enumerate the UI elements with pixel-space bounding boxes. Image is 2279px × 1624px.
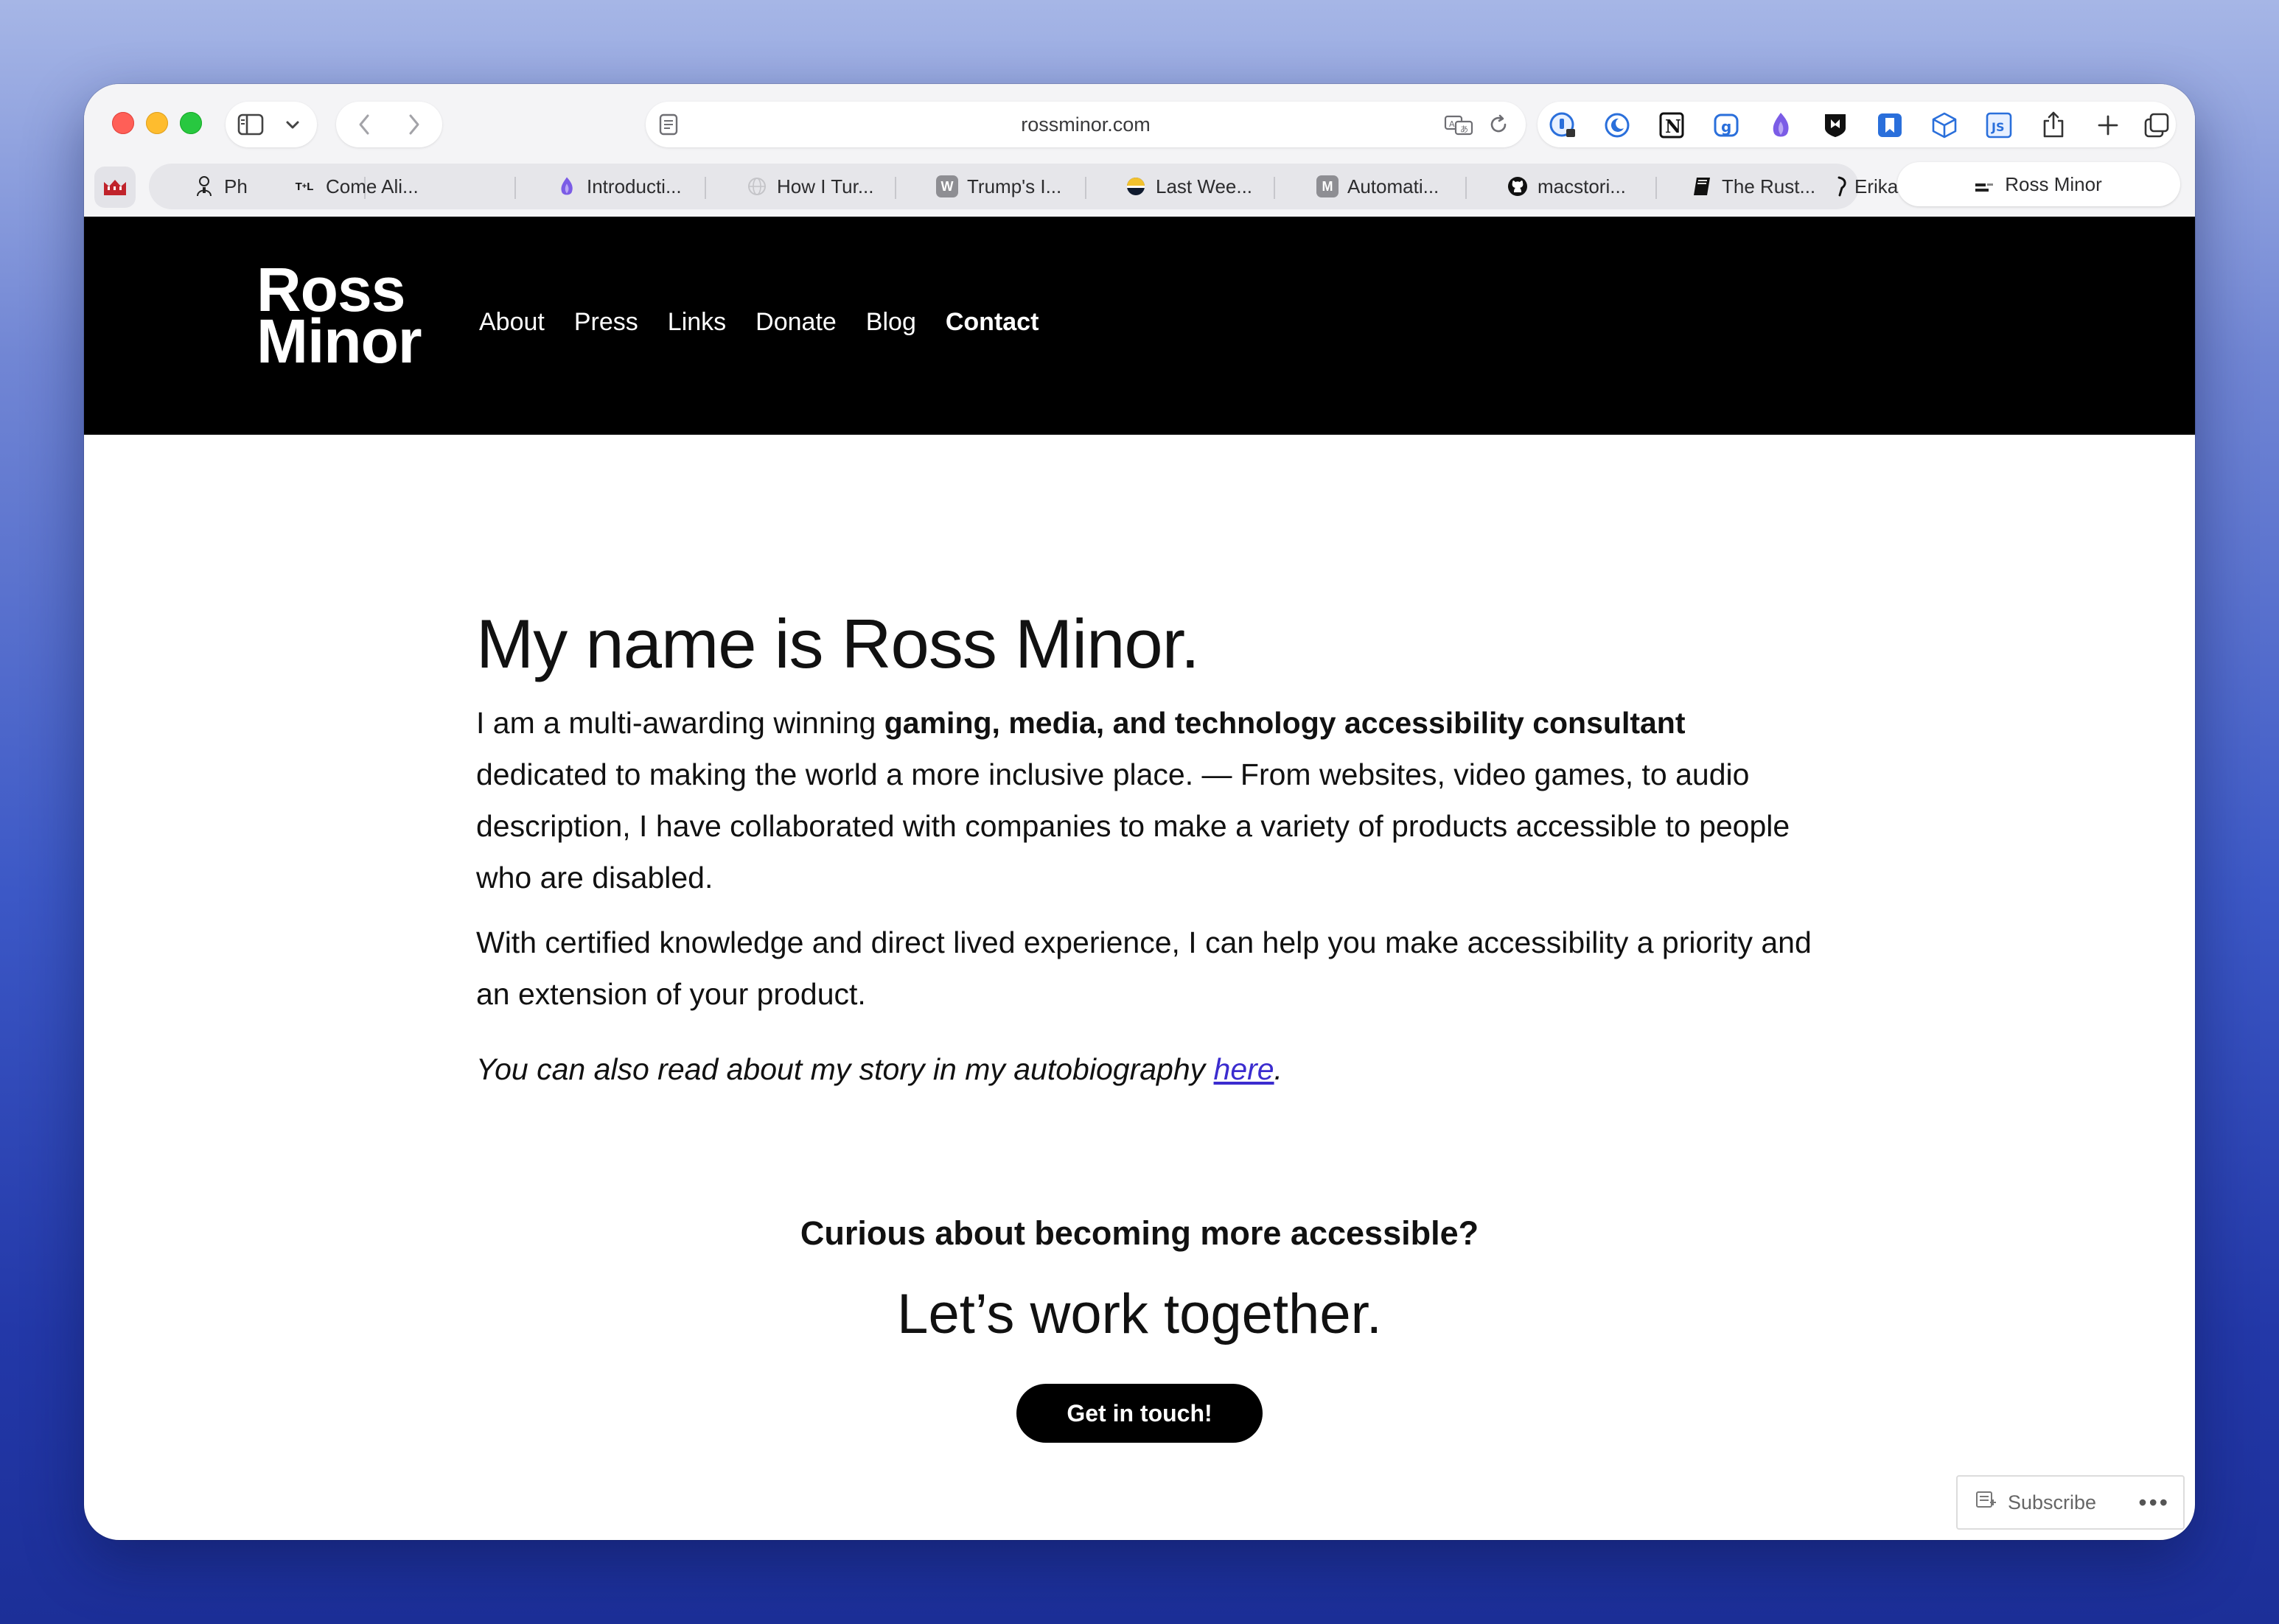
cube-icon[interactable] — [1930, 111, 1959, 140]
svg-text:JS: JS — [1991, 120, 2004, 134]
text: dedicated to making the world a more inc… — [476, 757, 1790, 895]
main-nav: About Press Links Donate Blog Contact — [479, 308, 1039, 337]
chevron-down-icon[interactable] — [282, 114, 304, 136]
ross-minor-favicon — [1975, 178, 1994, 192]
book-icon — [1691, 175, 1713, 197]
subscribe-button[interactable]: Subscribe — [2008, 1491, 2096, 1514]
nav-about[interactable]: About — [479, 308, 545, 337]
cta-question: Curious about becoming more accessible? — [800, 1214, 1479, 1252]
m-favicon: M — [1316, 175, 1339, 197]
new-tab-plus-icon[interactable] — [2093, 111, 2123, 140]
intro-paragraph: I am a multi-awarding winning gaming, me… — [476, 697, 1818, 903]
tab[interactable]: Introducti... — [556, 164, 703, 209]
tab-separator — [1274, 177, 1275, 199]
password-manager-icon[interactable] — [1548, 111, 1577, 140]
tab-separator — [1465, 177, 1467, 199]
site-logo[interactable]: Ross Minor — [256, 259, 422, 376]
browser-toolbar: rossminor.com Aあ N g JS — [84, 84, 2195, 159]
bookmark-extension-icon[interactable] — [1875, 111, 1905, 140]
w-favicon: W — [936, 175, 958, 197]
half-circle-favicon — [1125, 175, 1147, 197]
tab-overview-icon[interactable] — [2142, 111, 2171, 140]
main-content: My name is Ross Minor. I am a multi-awar… — [476, 600, 1818, 1095]
crown-icon — [104, 180, 126, 195]
tab[interactable]: W Trump's I... — [936, 164, 1083, 209]
minimize-window-button[interactable] — [146, 112, 168, 134]
svg-text:g: g — [1721, 118, 1731, 136]
nav-links[interactable]: Links — [668, 308, 726, 337]
tab-separator — [705, 177, 706, 199]
emphasis-text: gaming, media, and technology accessibil… — [884, 706, 1686, 740]
browser-window: rossminor.com Aあ N g JS Ph T + L Come Al… — [84, 84, 2195, 1540]
text: I am a multi-awarding winning — [476, 706, 884, 740]
night-mode-icon[interactable] — [1602, 111, 1632, 140]
nav-blog[interactable]: Blog — [866, 308, 916, 337]
translate-icon[interactable]: Aあ — [1443, 112, 1474, 137]
shield-extension-icon[interactable] — [1821, 111, 1850, 140]
sidebar-icon[interactable] — [236, 111, 265, 138]
text: . — [1274, 1052, 1282, 1086]
sidebar-toggle-group — [226, 102, 317, 147]
reader-icon — [1975, 1491, 1997, 1515]
tab[interactable]: M Automati... — [1316, 164, 1464, 209]
reload-icon[interactable] — [1486, 112, 1511, 137]
autobiography-note: You can also read about my story in my a… — [476, 1043, 1818, 1095]
zoom-window-button[interactable] — [180, 112, 202, 134]
nav-press[interactable]: Press — [574, 308, 638, 337]
autobiography-link[interactable]: here — [1214, 1052, 1274, 1086]
feather-icon — [1835, 175, 1849, 197]
github-icon — [1507, 175, 1529, 197]
tab-separator — [1085, 177, 1086, 199]
grammar-extension-icon[interactable]: g — [1711, 111, 1741, 140]
more-options-icon[interactable]: ••• — [2138, 1489, 2170, 1516]
back-arrow-icon[interactable] — [351, 111, 377, 138]
tl-favicon: T + L — [295, 180, 314, 193]
purple-flame-icon[interactable] — [1766, 111, 1795, 140]
tab[interactable]: Last Wee... — [1125, 164, 1272, 209]
nav-contact[interactable]: Contact — [946, 308, 1039, 337]
svg-text:A: A — [1449, 119, 1455, 129]
experience-paragraph: With certified knowledge and direct live… — [476, 925, 1812, 1011]
purple-flame-icon — [556, 175, 578, 197]
globe-icon — [746, 175, 768, 197]
address-bar[interactable]: rossminor.com Aあ — [646, 102, 1526, 147]
tab-separator — [895, 177, 896, 199]
active-tab[interactable]: Ross Minor — [1897, 162, 2180, 206]
tab[interactable]: macstori... — [1507, 164, 1654, 209]
svg-text:N: N — [1665, 116, 1681, 137]
tab[interactable]: How I Tur... — [746, 164, 893, 209]
person-sketch-icon — [193, 175, 215, 197]
logo-line: Minor — [256, 307, 422, 376]
text: You can also read about my story in my a… — [476, 1052, 1214, 1086]
close-window-button[interactable] — [112, 112, 134, 134]
page-heading: My name is Ross Minor. — [476, 605, 1200, 682]
navigation-group — [336, 102, 442, 147]
get-in-touch-button[interactable]: Get in touch! — [1016, 1384, 1263, 1443]
pinned-tab[interactable] — [94, 167, 136, 208]
tab[interactable]: The Rust... — [1691, 164, 1823, 209]
forward-arrow-icon[interactable] — [401, 111, 427, 138]
site-header: Ross Minor About Press Links Donate Blog… — [84, 217, 2195, 435]
notion-icon[interactable]: N — [1657, 111, 1686, 140]
tab-separator — [1655, 177, 1657, 199]
javascript-extension-icon[interactable]: JS — [1984, 111, 2014, 140]
address-text: rossminor.com — [1021, 113, 1151, 136]
extensions-bar: N g JS — [1538, 102, 2176, 147]
tab-bar: Ph T + L Come Ali... Introducti... How I T… — [84, 159, 2195, 218]
share-icon[interactable] — [2039, 109, 2068, 140]
tab[interactable]: T + L Come Ali... — [292, 164, 513, 209]
subscribe-widget: Subscribe ••• — [1956, 1475, 2185, 1530]
cta-heading: Let’s work together. — [897, 1283, 1382, 1345]
svg-text:あ: あ — [1460, 125, 1468, 134]
nav-donate[interactable]: Donate — [755, 308, 837, 337]
tab-separator — [514, 177, 516, 199]
tab[interactable]: Ph — [193, 164, 274, 209]
